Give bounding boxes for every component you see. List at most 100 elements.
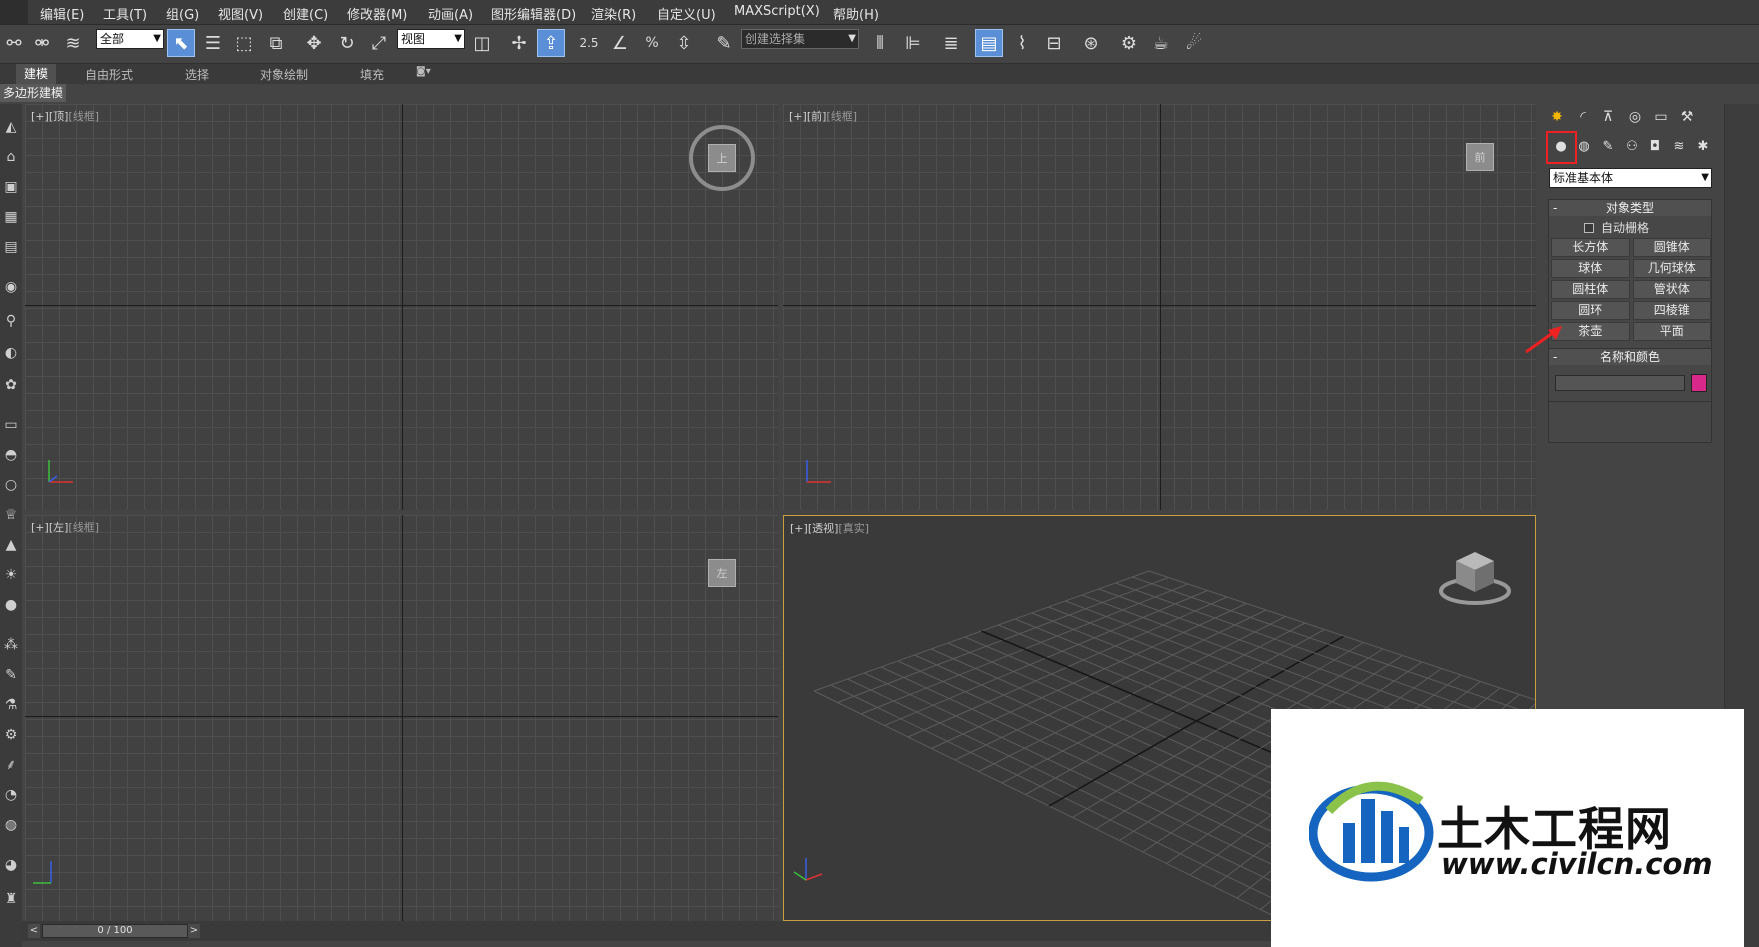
selection-filter-dropdown[interactable]: 全部 ▼	[96, 29, 164, 49]
viewcube-perspective[interactable]	[1436, 546, 1514, 608]
select-by-name-icon[interactable]: ☰	[199, 29, 227, 57]
scene-explorer-icon[interactable]: ▤	[975, 29, 1003, 57]
tab-selection[interactable]: 选择	[185, 66, 209, 83]
tab-object-paint[interactable]: 对象绘制	[260, 66, 308, 83]
tool-icon-6[interactable]: ◉	[2, 278, 20, 296]
viewcube-top[interactable]: 上	[689, 125, 755, 191]
systems-icon[interactable]: ✱	[1693, 137, 1713, 157]
viewport-front[interactable]: [+][前][线框] 前	[783, 104, 1536, 510]
menu-create[interactable]: 创建(C)	[283, 4, 328, 23]
cameras-icon[interactable]: ⚇	[1622, 137, 1642, 157]
viewcube-face[interactable]: 上	[708, 144, 736, 172]
edit-named-selection-icon[interactable]: ✎	[710, 29, 738, 57]
menu-modifiers[interactable]: 修改器(M)	[347, 4, 407, 23]
tool-icon-5[interactable]: ▤	[2, 238, 20, 256]
tool-icon-22[interactable]: ◔	[2, 786, 20, 804]
rect-selection-icon[interactable]: ⬚	[230, 29, 258, 57]
menu-group[interactable]: 组(G)	[166, 4, 199, 23]
viewport-label[interactable]: [+][顶][线框]	[31, 108, 99, 124]
curve-editor-icon[interactable]: ⌇	[1008, 29, 1036, 57]
tool-icon-24[interactable]: ◕	[2, 856, 20, 874]
tab-freeform[interactable]: 自由形式	[85, 66, 133, 83]
name-color-header[interactable]: - 名称和颜色	[1549, 349, 1711, 365]
angle-snap-icon[interactable]: ∠	[606, 29, 634, 57]
menu-maxscript[interactable]: MAXScript(X)	[734, 4, 820, 19]
tool-icon-25[interactable]: ♜	[2, 890, 20, 908]
time-slider[interactable]: 0 / 100	[42, 924, 188, 938]
link-icon[interactable]: ⚯	[0, 29, 28, 57]
menu-customize[interactable]: 自定义(U)	[657, 4, 716, 23]
next-frame-button[interactable]: >	[188, 924, 200, 938]
select-object-icon[interactable]: ⬉	[167, 29, 195, 57]
app-logo-icon[interactable]	[0, 0, 28, 24]
spinner-snap-icon[interactable]: ⇳	[670, 29, 698, 57]
hierarchy-tab-icon[interactable]: ⊼	[1597, 106, 1619, 128]
bind-spacewarp-icon[interactable]: ≋	[59, 29, 87, 57]
viewport-label[interactable]: [+][前][线框]	[789, 108, 857, 124]
tool-icon-13[interactable]: ♕	[2, 506, 20, 524]
menu-rendering[interactable]: 渲染(R)	[591, 4, 636, 23]
viewcube-face[interactable]: 前	[1466, 143, 1494, 171]
tool-icon-19[interactable]: ⚗	[2, 696, 20, 714]
geosphere-button[interactable]: 几何球体	[1632, 259, 1711, 278]
polygon-modeling-panel[interactable]: 多边形建模	[0, 84, 66, 102]
scale-icon[interactable]: ⤢	[365, 29, 393, 57]
object-type-header[interactable]: - 对象类型	[1549, 200, 1711, 216]
reference-coord-dropdown[interactable]: 视图 ▼	[397, 29, 465, 49]
viewcube-face[interactable]: 左	[708, 559, 736, 587]
keyboard-shortcut-override-icon[interactable]: ⇪	[537, 29, 565, 57]
pyramid-button[interactable]: 四棱锥	[1632, 301, 1711, 320]
tool-icon-17[interactable]: ⁂	[2, 636, 20, 654]
object-name-input[interactable]	[1555, 375, 1685, 391]
window-crossing-icon[interactable]: ⧉	[262, 29, 290, 57]
tool-icon-10[interactable]: ▭	[2, 416, 20, 434]
align-icon[interactable]: ⊫	[899, 29, 927, 57]
menu-tools[interactable]: 工具(T)	[103, 4, 147, 23]
helpers-icon[interactable]: ◘	[1645, 137, 1665, 157]
snap-toggle-icon[interactable]: 2.5	[575, 29, 603, 57]
viewport-label[interactable]: [+][左][线框]	[31, 519, 99, 535]
tool-icon-16[interactable]: ●	[2, 596, 20, 614]
mirror-icon[interactable]: ⫴	[866, 29, 894, 57]
menu-help[interactable]: 帮助(H)	[833, 4, 879, 23]
torus-button[interactable]: 圆环	[1551, 301, 1630, 320]
tool-icon-18[interactable]: ✎	[2, 666, 20, 684]
tool-icon-11[interactable]: ◓	[2, 446, 20, 464]
menu-graph-editors[interactable]: 图形编辑器(D)	[491, 4, 576, 23]
viewcube-front[interactable]: 前	[1443, 137, 1517, 177]
display-tab-icon[interactable]: ▭	[1650, 106, 1672, 128]
tab-populate[interactable]: 填充	[360, 66, 384, 83]
prev-frame-button[interactable]: <	[28, 924, 40, 938]
viewport-top[interactable]: [+][顶][线框] 上	[25, 104, 778, 510]
rendered-frame-icon[interactable]: ☕	[1147, 29, 1175, 57]
render-teapot-icon[interactable]: ☄	[1180, 29, 1208, 57]
cylinder-button[interactable]: 圆柱体	[1551, 280, 1630, 299]
autogrid-checkbox[interactable]	[1584, 223, 1594, 233]
percent-snap-icon[interactable]: %	[638, 29, 666, 57]
sphere-button[interactable]: 球体	[1551, 259, 1630, 278]
material-editor-icon[interactable]: ⊛	[1077, 29, 1105, 57]
viewport-left[interactable]: [+][左][线框] 左	[25, 515, 778, 921]
plane-button[interactable]: 平面	[1632, 322, 1711, 341]
render-setup-icon[interactable]: ⚙	[1115, 29, 1143, 57]
lights-icon[interactable]: ✎	[1598, 137, 1618, 157]
tool-icon-8[interactable]: ◐	[2, 344, 20, 362]
utilities-tab-icon[interactable]: ⚒	[1676, 106, 1698, 128]
tool-icon-2[interactable]: ⌂	[2, 148, 20, 166]
pivot-center-icon[interactable]: ◫	[468, 29, 496, 57]
menu-edit[interactable]: 编辑(E)	[40, 4, 84, 23]
box-button[interactable]: 长方体	[1551, 238, 1630, 257]
tool-icon-21[interactable]: ⸙	[2, 756, 20, 774]
schematic-view-icon[interactable]: ⊟	[1040, 29, 1068, 57]
cone-button[interactable]: 圆锥体	[1632, 238, 1711, 257]
tab-modeling[interactable]: 建模	[16, 64, 57, 84]
select-manipulate-icon[interactable]: ✢	[505, 29, 533, 57]
tool-icon-7[interactable]: ⚲	[2, 312, 20, 330]
create-tab-icon[interactable]: ✸	[1546, 106, 1568, 128]
modify-tab-icon[interactable]: ◜	[1572, 106, 1594, 128]
tool-icon-12[interactable]: ○	[2, 476, 20, 494]
tool-icon-4[interactable]: ▦	[2, 208, 20, 226]
menu-views[interactable]: 视图(V)	[218, 4, 263, 23]
sun-icon[interactable]: ☀	[2, 566, 20, 584]
tool-icon-14[interactable]: ▲	[2, 536, 20, 554]
